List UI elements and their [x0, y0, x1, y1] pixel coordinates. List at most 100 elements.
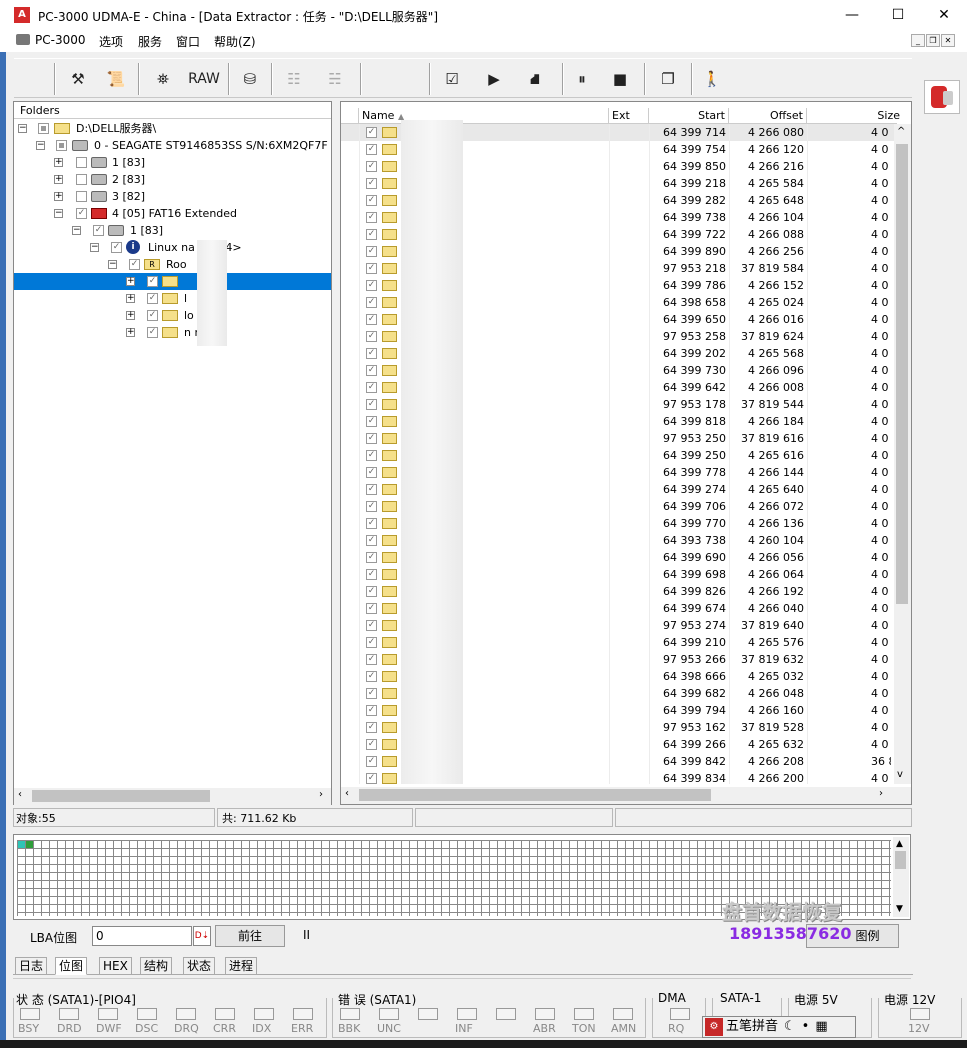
file-checkbox[interactable]: ✓ — [366, 756, 377, 767]
scroll-up-icon[interactable]: ^ — [897, 126, 905, 137]
mdi-minimize-button[interactable]: _ — [911, 34, 925, 47]
ime-mode[interactable]: 五笔拼音 — [726, 1019, 778, 1034]
file-checkbox[interactable]: ✓ — [366, 127, 377, 138]
tree-node-partition[interactable]: + 2 [83] — [14, 171, 331, 188]
file-checkbox[interactable]: ✓ — [366, 195, 377, 206]
tree-node-extended[interactable]: − ✓ 4 [05] FAT16 Extended — [14, 205, 331, 222]
punct-icon[interactable]: • — [802, 1019, 810, 1034]
mdi-close-button[interactable]: ✕ — [941, 34, 955, 47]
expand-icon[interactable]: + — [126, 328, 135, 337]
bitmap-pause-button[interactable]: II — [303, 928, 310, 942]
tab-bitmap[interactable]: 位图 — [55, 957, 88, 975]
scroll-up-icon[interactable]: ▲ — [896, 839, 903, 849]
tree-checkbox[interactable] — [56, 140, 67, 151]
file-checkbox[interactable]: ✓ — [366, 246, 377, 257]
tree-node-partition[interactable]: − ✓ 1 [83] — [14, 222, 331, 239]
tree-horizontal-scrollbar[interactable]: ‹ › — [14, 788, 331, 805]
file-checkbox[interactable]: ✓ — [366, 433, 377, 444]
tree-checkbox[interactable]: ✓ — [111, 242, 122, 253]
expand-icon[interactable]: + — [54, 175, 63, 184]
tree-checkbox[interactable]: ✓ — [147, 310, 158, 321]
file-checkbox[interactable]: ✓ — [366, 365, 377, 376]
scroll-right-icon[interactable]: › — [879, 788, 883, 799]
menu-help[interactable]: 帮助(Z) — [214, 33, 256, 50]
scroll-thumb[interactable] — [32, 790, 210, 802]
file-checkbox[interactable]: ✓ — [366, 467, 377, 478]
file-checkbox[interactable]: ✓ — [366, 416, 377, 427]
file-checkbox[interactable]: ✓ — [366, 654, 377, 665]
scroll-left-icon[interactable]: ‹ — [18, 789, 22, 800]
file-checkbox[interactable]: ✓ — [366, 586, 377, 597]
tree-collapse-icon[interactable]: ☵ — [318, 64, 352, 94]
menu-window[interactable]: 窗口 — [176, 33, 200, 50]
scroll-right-icon[interactable]: › — [319, 789, 323, 800]
menu-options[interactable]: 选项 — [99, 33, 123, 50]
column-header-ext[interactable]: Ext — [609, 108, 649, 124]
file-checkbox[interactable]: ✓ — [366, 688, 377, 699]
close-button[interactable]: ✕ — [921, 0, 967, 30]
raw-button[interactable]: RAW — [184, 64, 224, 94]
file-checkbox[interactable]: ✓ — [366, 671, 377, 682]
tree-checkbox[interactable]: ✓ — [129, 259, 140, 270]
file-checkbox[interactable]: ✓ — [366, 348, 377, 359]
tree-checkbox[interactable] — [38, 123, 49, 134]
tree-checkbox[interactable] — [76, 191, 87, 202]
file-checkbox[interactable]: ✓ — [366, 314, 377, 325]
file-checkbox[interactable]: ✓ — [366, 739, 377, 750]
file-checkbox[interactable]: ✓ — [366, 535, 377, 546]
collapse-icon[interactable]: − — [18, 124, 27, 133]
expand-icon[interactable]: + — [126, 277, 135, 286]
scroll-thumb[interactable] — [895, 851, 906, 869]
moon-icon[interactable]: ☾ — [784, 1019, 796, 1034]
tree-node-disk[interactable]: − 0 - SEAGATE ST9146853SS S/N:6XM2QF7F — [14, 137, 331, 154]
lba-dropdown-icon[interactable]: D⇣ — [193, 926, 211, 946]
column-header-name[interactable]: Name ▲ — [359, 108, 609, 124]
tree-checkbox[interactable] — [76, 174, 87, 185]
mdi-restore-button[interactable]: ❐ — [926, 34, 940, 47]
lba-input[interactable]: 0 — [92, 926, 192, 946]
tree-play-icon[interactable]: ⛘ — [517, 64, 553, 94]
tab-structure[interactable]: 结构 — [140, 957, 173, 975]
file-checkbox[interactable]: ✓ — [366, 229, 377, 240]
tab-hex[interactable]: HEX — [99, 957, 132, 975]
file-checkbox[interactable]: ✓ — [366, 212, 377, 223]
tab-log[interactable]: 日志 — [15, 957, 48, 975]
tree-node-partition[interactable]: + 3 [82] — [14, 188, 331, 205]
column-header-start[interactable]: Start — [649, 108, 729, 124]
check-export-icon[interactable]: ☑ — [438, 64, 466, 94]
file-checkbox[interactable]: ✓ — [366, 501, 377, 512]
file-checkbox[interactable]: ✓ — [366, 178, 377, 189]
file-checkbox[interactable]: ✓ — [366, 144, 377, 155]
files-horizontal-scrollbar[interactable]: ‹ › — [341, 787, 911, 804]
scroll-left-icon[interactable]: ‹ — [345, 788, 349, 799]
scroll-down-icon[interactable]: v — [897, 769, 903, 780]
expand-icon[interactable]: + — [126, 294, 135, 303]
tree-expand-icon[interactable]: ☷ — [280, 64, 308, 94]
file-checkbox[interactable]: ✓ — [366, 552, 377, 563]
goto-button[interactable]: 前往 — [215, 925, 285, 947]
file-checkbox[interactable]: ✓ — [366, 637, 377, 648]
tree-node-root[interactable]: − D:\DELL服务器\ — [14, 120, 331, 137]
tree-node-folder-selected[interactable]: + ✓ — [14, 273, 331, 290]
file-checkbox[interactable]: ✓ — [366, 705, 377, 716]
file-checkbox[interactable]: ✓ — [366, 280, 377, 291]
scroll-thumb[interactable] — [359, 789, 711, 801]
tree-node-folder[interactable]: + ✓ lo nd — [14, 307, 331, 324]
expand-icon[interactable]: + — [126, 311, 135, 320]
play-icon[interactable]: ▶ — [482, 64, 506, 94]
file-checkbox[interactable]: ✓ — [366, 620, 377, 631]
file-checkbox[interactable]: ✓ — [366, 569, 377, 580]
tree-checkbox[interactable]: ✓ — [76, 208, 87, 219]
tree-node-folder[interactable]: + ✓ l — [14, 290, 331, 307]
file-checkbox[interactable]: ✓ — [366, 773, 377, 784]
minimize-button[interactable]: — — [829, 0, 875, 30]
collapse-icon[interactable]: − — [54, 209, 63, 218]
file-checkbox[interactable]: ✓ — [366, 484, 377, 495]
scroll-icon[interactable]: 📜 — [102, 64, 130, 94]
file-checkbox[interactable]: ✓ — [366, 399, 377, 410]
tree-node-folder[interactable]: + ✓ n n — [14, 324, 331, 341]
file-checkbox[interactable]: ✓ — [366, 722, 377, 733]
tools-icon[interactable]: ⚒ — [64, 64, 92, 94]
collapse-icon[interactable]: − — [36, 141, 45, 150]
bitmap-scrollbar[interactable]: ▲ ▼ — [893, 837, 909, 917]
